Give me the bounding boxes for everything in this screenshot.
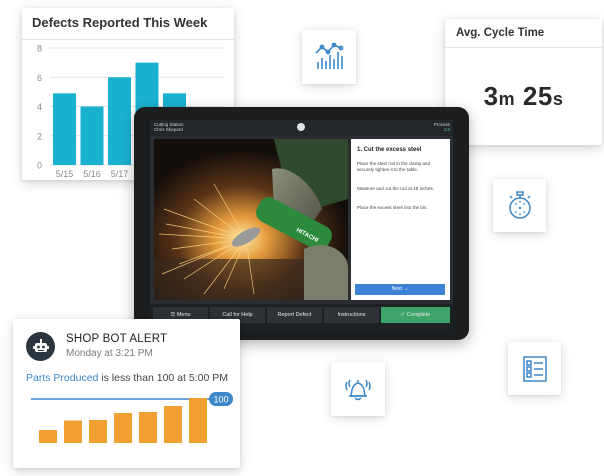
cycle-seconds: 25	[522, 81, 553, 111]
y-tick-label: 0	[37, 161, 42, 171]
tablet-screen: Cutting Station Chris Shepard Process 1:…	[150, 120, 453, 330]
defects-bar	[108, 77, 131, 165]
parts-produced-bar-chart: 100	[31, 392, 233, 443]
instruction-text: Place the steel rod in the clamp and sec…	[357, 161, 431, 172]
y-tick-label: 6	[37, 73, 42, 83]
y-tick-label: 4	[37, 102, 42, 112]
app-logo-icon	[297, 123, 305, 131]
parts-bar	[114, 413, 132, 443]
parts-bar	[164, 406, 182, 443]
station-info: Cutting Station Chris Shepard	[154, 122, 184, 132]
bell-alert-icon-glyph	[345, 379, 371, 401]
parts-bar	[89, 420, 107, 443]
defects-bar	[53, 93, 76, 165]
checklist-icon[interactable]	[508, 342, 561, 395]
instruction-text: Place the excess steel into the bin.	[357, 205, 428, 210]
angle-grinder-sparks-image: HITACHI	[154, 139, 348, 300]
grinder-photo: HITACHI	[154, 139, 348, 300]
operator-name: Chris Shepard	[154, 127, 183, 132]
y-tick-label: 8	[37, 44, 42, 54]
x-tick-label: 5/17	[111, 169, 129, 179]
next-button[interactable]: Next →	[355, 284, 445, 295]
x-tick-label: 5/15	[56, 169, 74, 179]
tablet-topbar: Cutting Station Chris Shepard Process 1:…	[150, 120, 453, 136]
complete-button[interactable]: ✓ Complete	[381, 307, 450, 323]
tablet-device: Cutting Station Chris Shepard Process 1:…	[134, 107, 469, 340]
instructions-button[interactable]: Instructions	[324, 307, 379, 323]
shop-bot-alert-card: SHOP BOT ALERT Monday at 3:21 PM Parts P…	[13, 319, 240, 468]
defects-bar	[80, 106, 104, 165]
cycle-minutes: 3	[483, 81, 499, 111]
cycle-time-title: Avg. Cycle Time	[456, 27, 545, 39]
report-defect-button[interactable]: Report Defect	[267, 307, 322, 323]
cycle-time-value: 3m 25s	[445, 81, 602, 112]
threshold-label: 100	[213, 395, 228, 405]
process-status: Process 1:3	[434, 122, 450, 132]
instruction-panel: 1. Cut the excess steel Place the steel …	[351, 139, 450, 300]
cycle-minutes-unit: m	[498, 89, 516, 109]
step-title: 1. Cut the excess steel	[357, 147, 422, 153]
cycle-seconds-unit: s	[552, 89, 564, 109]
stopwatch-icon[interactable]	[493, 179, 546, 232]
x-tick-label: 5/16	[83, 169, 101, 179]
parts-bar	[39, 430, 57, 443]
analytics-chart-icon[interactable]	[302, 30, 356, 84]
stopwatch-icon-glyph	[508, 190, 531, 219]
instruction-text: Measure and cut the rod at 48 inches.	[357, 186, 435, 191]
checklist-icon-glyph	[522, 355, 547, 382]
parts-bar	[64, 420, 82, 443]
parts-bar	[189, 398, 207, 443]
bell-alert-icon[interactable]	[331, 362, 385, 416]
process-time: 1:3	[443, 127, 450, 132]
analytics-chart-icon-glyph	[315, 42, 344, 69]
card-divider	[445, 47, 602, 48]
parts-bar	[139, 412, 157, 443]
y-tick-label: 2	[37, 131, 42, 141]
